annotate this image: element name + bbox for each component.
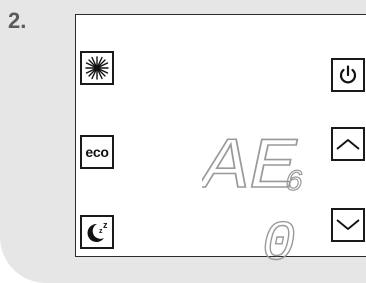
- power-icon: [337, 64, 359, 86]
- chevron-up-icon: [335, 137, 361, 151]
- display-sub-text: 6: [285, 166, 303, 193]
- step-number: 2.: [8, 8, 27, 33]
- sleep-button[interactable]: z z: [80, 215, 114, 249]
- eco-button[interactable]: eco: [80, 135, 114, 169]
- moon-sleep-icon: z z: [83, 218, 111, 246]
- power-button[interactable]: [331, 58, 365, 92]
- snowflake-icon: [84, 55, 110, 81]
- segment-display-sub: 6: [284, 163, 306, 193]
- down-button[interactable]: [331, 208, 365, 242]
- display-bottom-text: 0: [262, 212, 296, 265]
- up-button[interactable]: [331, 127, 365, 161]
- segment-display-bottom: 0: [260, 207, 300, 265]
- chevron-down-icon: [335, 218, 361, 232]
- eco-label: eco: [85, 144, 109, 160]
- thermostat-display-panel: eco z z AE 6 0: [75, 14, 366, 265]
- sleep-z-large: z: [103, 220, 108, 230]
- snowflake-button[interactable]: [80, 51, 114, 85]
